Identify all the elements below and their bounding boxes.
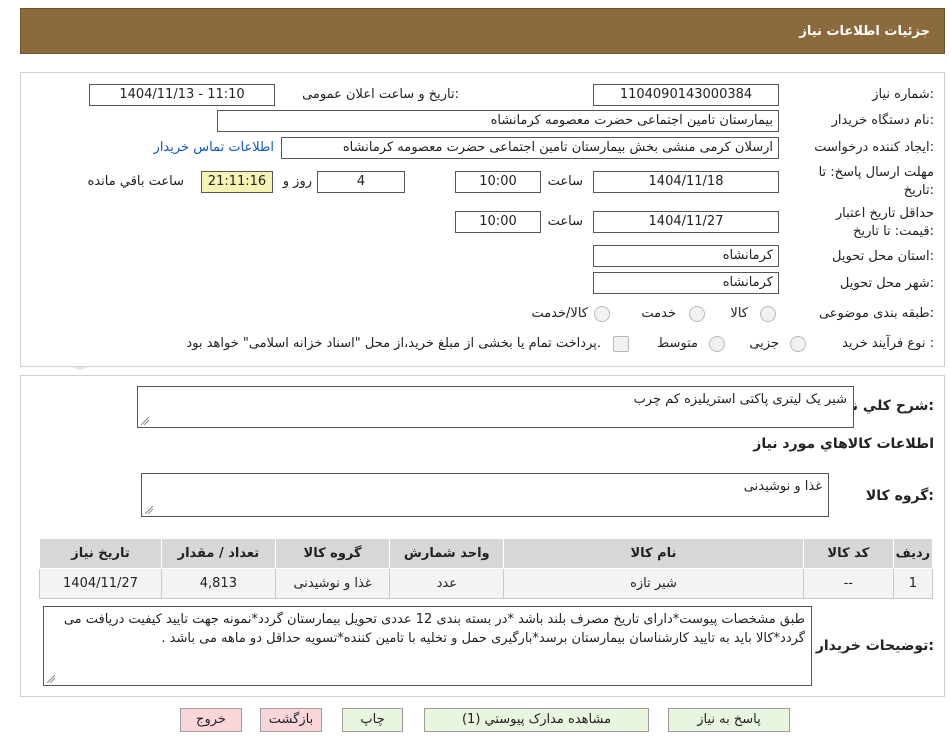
col-header-row-num: رديف	[892, 538, 934, 569]
goods-group-text: غذا و نوشیدنی	[743, 479, 822, 494]
creator-label: ایجاد کننده درخواست:	[814, 140, 934, 155]
delivery-city-field[interactable]: کرمانشاه	[593, 272, 779, 294]
response-date-field[interactable]: 1404/11/18	[593, 171, 779, 193]
need-number-label: شماره نیاز:	[872, 87, 934, 102]
creator-field[interactable]: ارسلان کرمی منشی بخش بیمارستان تامین اجت…	[281, 137, 779, 159]
category-label: طبقه بندی موضوعی:	[818, 306, 934, 321]
time-remaining-field: 21:11:16	[201, 171, 273, 193]
buyer-notes-field[interactable]: طبق مشخصات پیوست*دارای تاریخ مصرف بلند ب…	[43, 606, 812, 686]
resize-grip-icon[interactable]	[141, 417, 149, 425]
col-header-need-date: تاريخ نياز	[38, 538, 163, 569]
delivery-city-label: شهر محل تحویل:	[839, 276, 934, 291]
need-summary-text: شیر یک لیتری پاکتی استریلیزه کم چرب	[633, 392, 847, 407]
process-type-label: نوع فرآیند خرید :	[842, 336, 934, 351]
cell-name: شیر تازه	[503, 568, 804, 599]
days-remaining-field[interactable]: 4	[317, 171, 405, 193]
goods-group-field[interactable]: غذا و نوشیدنی	[141, 473, 829, 517]
page-title: جزئیات اطلاعات نیاز	[799, 24, 930, 39]
buyer-org-field[interactable]: بیمارستان تامین اجتماعی حضرت معصومه کرما…	[217, 110, 779, 132]
price-validity-time-field[interactable]: 10:00	[455, 211, 541, 233]
page-header: جزئیات اطلاعات نیاز	[20, 8, 945, 54]
need-details-panel: شماره نیاز: 1104090143000384 تاریخ و ساع…	[20, 72, 945, 367]
cell-quantity: 4,813	[161, 568, 276, 599]
response-deadline-label-line2: تاریخ:	[903, 183, 934, 198]
goods-table: رديف کد کالا نام کالا واحد شمارش گروه کا…	[38, 538, 934, 599]
response-time-field[interactable]: 10:00	[455, 171, 541, 193]
time-remaining-label: ساعت باقي مانده	[87, 174, 184, 189]
price-validity-time-label: ساعت	[547, 214, 583, 229]
treasury-checkbox-label: پرداخت تمام یا بخشی از مبلغ خرید،از محل …	[186, 336, 601, 351]
announce-datetime-label: تاریخ و ساعت اعلان عمومی:	[302, 87, 459, 102]
category-radio-goods[interactable]	[760, 306, 776, 322]
cell-unit: عدد	[389, 568, 505, 599]
buyer-contact-link[interactable]: اطلاعات تماس خریدار	[154, 140, 274, 155]
col-header-quantity: تعداد / مقدار	[161, 538, 276, 569]
exit-button[interactable]: خروج	[180, 708, 242, 732]
price-validity-label-line1: حداقل تاریخ اعتبار	[835, 206, 934, 221]
response-time-label: ساعت	[547, 174, 583, 189]
goods-group-label: گروه کالا:	[865, 488, 934, 504]
category-option-goods: کالا	[730, 306, 748, 321]
category-radio-goods-service[interactable]	[594, 306, 610, 322]
category-option-service: خدمت	[641, 306, 676, 321]
buyer-notes-label: توضيحات خريدار:	[815, 638, 934, 654]
col-header-code: کد کالا	[802, 538, 894, 569]
print-button[interactable]: چاپ	[342, 708, 403, 732]
price-validity-date-field[interactable]: 1404/11/27	[593, 211, 779, 233]
cell-need-date: 1404/11/27	[38, 568, 163, 599]
resize-grip-icon[interactable]	[47, 675, 55, 683]
goods-panel: شرح کلي نياز: شیر یک لیتری پاکتی استریلی…	[20, 375, 945, 697]
response-deadline-label-line1: مهلت ارسال پاسخ: تا	[818, 165, 934, 180]
table-row[interactable]: 1 -- شیر تازه عدد غذا و نوشیدنی 4,813 14…	[38, 568, 934, 599]
need-number-field[interactable]: 1104090143000384	[593, 84, 779, 106]
category-radio-service[interactable]	[689, 306, 705, 322]
col-header-group: گروه کالا	[274, 538, 391, 569]
table-header-row: رديف کد کالا نام کالا واحد شمارش گروه کا…	[38, 538, 934, 569]
col-header-name: نام کالا	[503, 538, 804, 569]
delivery-province-label: استان محل تحویل:	[832, 249, 934, 264]
cell-row-num: 1	[892, 568, 934, 599]
resize-grip-icon[interactable]	[145, 506, 153, 514]
price-validity-label-line2: قیمت: تا تاریخ:	[853, 224, 934, 239]
buyer-notes-text: طبق مشخصات پیوست*دارای تاریخ مصرف بلند ب…	[63, 612, 805, 646]
reply-button[interactable]: پاسخ به نياز	[668, 708, 790, 732]
view-attachments-button[interactable]: مشاهده مدارک پيوستي (1)	[424, 708, 649, 732]
category-option-goods-service: کالا/خدمت	[531, 306, 588, 321]
process-radio-medium[interactable]	[709, 336, 725, 352]
cell-code: --	[802, 568, 894, 599]
treasury-checkbox[interactable]	[613, 336, 629, 352]
col-header-unit: واحد شمارش	[389, 538, 505, 569]
cell-group: غذا و نوشیدنی	[274, 568, 391, 599]
process-option-medium: متوسط	[657, 336, 698, 351]
days-label: روز و	[282, 174, 312, 189]
goods-info-title: اطلاعات کالاهاي مورد نياز	[753, 436, 934, 452]
process-option-minor: جزیی	[749, 336, 779, 351]
buyer-org-label: نام دستگاه خریدار:	[831, 113, 934, 128]
delivery-province-field[interactable]: کرمانشاه	[593, 245, 779, 267]
announce-datetime-field[interactable]: 1404/11/13 - 11:10	[89, 84, 275, 106]
process-radio-minor[interactable]	[790, 336, 806, 352]
need-summary-field[interactable]: شیر یک لیتری پاکتی استریلیزه کم چرب	[137, 386, 854, 428]
back-button[interactable]: بازگشت	[260, 708, 322, 732]
